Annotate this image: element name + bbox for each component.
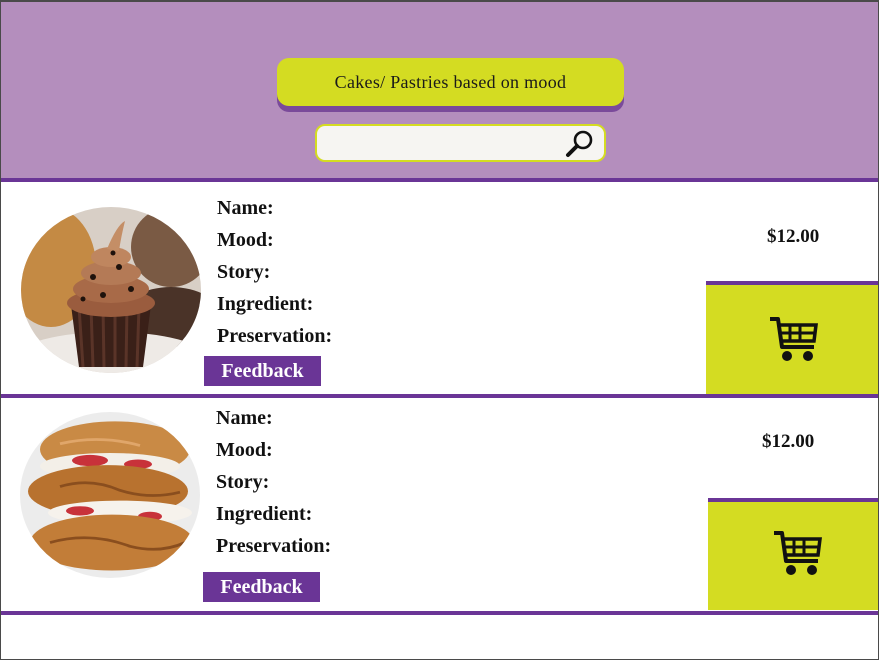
divider bbox=[1, 394, 878, 398]
product-image-cupcake bbox=[21, 207, 201, 373]
name-label: Name: bbox=[217, 197, 274, 219]
mood-label: Mood: bbox=[217, 229, 274, 251]
page-title: Cakes/ Pastries based on mood bbox=[277, 58, 624, 106]
header: Cakes/ Pastries based on mood bbox=[1, 2, 878, 178]
add-to-cart-button[interactable] bbox=[706, 281, 878, 394]
ingredient-label: Ingredient: bbox=[217, 293, 314, 315]
search-box[interactable] bbox=[315, 124, 606, 162]
story-label: Story: bbox=[216, 471, 270, 493]
feedback-button[interactable]: Feedback bbox=[203, 572, 320, 602]
divider bbox=[1, 611, 878, 615]
add-to-cart-button[interactable] bbox=[708, 498, 878, 610]
preservation-label: Preservation: bbox=[216, 535, 332, 557]
divider bbox=[1, 178, 878, 182]
product-image-pastry bbox=[20, 412, 200, 578]
price-label: $12.00 bbox=[762, 431, 815, 452]
search-input[interactable] bbox=[327, 132, 561, 156]
feedback-button[interactable]: Feedback bbox=[204, 356, 321, 386]
search-icon[interactable] bbox=[564, 128, 596, 158]
shopping-cart-icon bbox=[774, 531, 822, 575]
preservation-label: Preservation: bbox=[217, 325, 333, 347]
name-label: Name: bbox=[216, 407, 273, 429]
story-label: Story: bbox=[217, 261, 271, 283]
price-label: $12.00 bbox=[767, 226, 820, 247]
product-details: Name: Mood: Story: Ingredient: Preservat… bbox=[217, 192, 332, 352]
ingredient-label: Ingredient: bbox=[216, 503, 313, 525]
mood-label: Mood: bbox=[216, 439, 273, 461]
product-details: Name: Mood: Story: Ingredient: Preservat… bbox=[216, 402, 331, 562]
shopping-cart-icon bbox=[770, 317, 818, 361]
